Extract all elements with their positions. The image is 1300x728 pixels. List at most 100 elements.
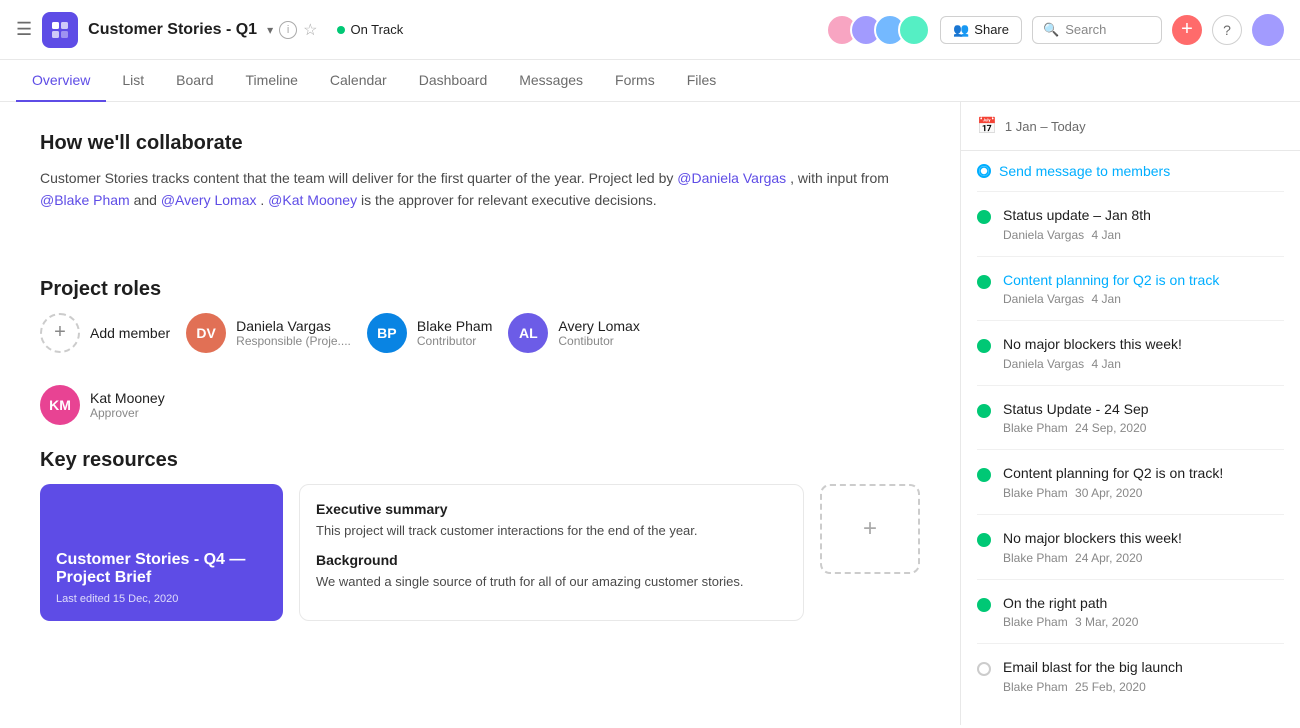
mention-kat[interactable]: @Kat Mooney [268, 192, 357, 208]
list-item: No major blockers this week! Blake Pham … [977, 515, 1284, 580]
status-dot [337, 26, 345, 34]
timeline-item-title[interactable]: Content planning for Q2 is on track [1003, 271, 1284, 291]
timeline-content: Status Update - 24 Sep Blake Pham 24 Sep… [1003, 400, 1284, 436]
timeline-item-title: Content planning for Q2 is on track! [1003, 464, 1284, 484]
resource-card-date: Last edited 15 Dec, 2020 [56, 593, 267, 605]
tab-list[interactable]: List [106, 60, 160, 102]
tab-board[interactable]: Board [160, 60, 229, 102]
help-button[interactable]: ? [1212, 15, 1242, 45]
tab-files[interactable]: Files [671, 60, 733, 102]
role-kat: KM Kat Mooney Approver [40, 385, 165, 425]
role-name-blake: Blake Pham [417, 318, 492, 334]
status-label: On Track [350, 22, 403, 37]
roles-grid: + Add member DV Daniela Vargas Responsib… [40, 313, 920, 425]
list-item: Content planning for Q2 is on track Dani… [977, 257, 1284, 322]
avatar[interactable] [898, 14, 930, 46]
role-label-kat: Approver [90, 406, 165, 420]
role-avery: AL Avery Lomax Contibutor [508, 313, 639, 353]
share-icon: 👥 [953, 22, 969, 38]
project-title: Customer Stories - Q1 [88, 21, 257, 39]
timeline-item-meta: Daniela Vargas 4 Jan [1003, 292, 1284, 306]
add-member-button[interactable]: + [40, 313, 80, 353]
timeline-item-meta: Daniela Vargas 4 Jan [1003, 228, 1284, 242]
timeline: Send message to members Status update – … [961, 151, 1300, 708]
timeline-date: 4 Jan [1092, 292, 1121, 306]
collaborate-section: How we'll collaborate Customer Stories t… [40, 132, 920, 212]
timeline-content: No major blockers this week! Daniela Var… [1003, 335, 1284, 371]
avatar-avery: AL [508, 313, 548, 353]
user-avatar[interactable] [1252, 14, 1284, 46]
resource-card-purple[interactable]: Customer Stories - Q4 — Project Brief La… [40, 484, 283, 621]
timeline-author: Blake Pham [1003, 551, 1068, 565]
role-info-avery: Avery Lomax Contibutor [558, 318, 639, 348]
mention-blake[interactable]: @Blake Pham [40, 192, 130, 208]
timeline-content: Email blast for the big launch Blake Pha… [1003, 658, 1284, 694]
date-range: 1 Jan – Today [1005, 119, 1086, 134]
star-icon[interactable]: ☆ [303, 20, 317, 40]
role-blake: BP Blake Pham Contributor [367, 313, 492, 353]
timeline-item-title: No major blockers this week! [1003, 335, 1284, 355]
timeline-content: Status update – Jan 8th Daniela Vargas 4… [1003, 206, 1284, 242]
mention-daniela[interactable]: @Daniela Vargas [677, 170, 786, 186]
tab-overview[interactable]: Overview [16, 60, 106, 102]
timeline-dot [977, 598, 991, 612]
timeline-dot [977, 210, 991, 224]
timeline-date: 30 Apr, 2020 [1075, 486, 1142, 500]
role-info-blake: Blake Pham Contributor [417, 318, 492, 348]
timeline-content: Content planning for Q2 is on track! Bla… [1003, 464, 1284, 500]
collaborate-desc: Customer Stories tracks content that the… [40, 167, 920, 212]
exec-summary-title: Executive summary [316, 501, 787, 517]
timeline-dot [977, 468, 991, 482]
tab-messages[interactable]: Messages [503, 60, 599, 102]
dot-col [977, 335, 991, 371]
tab-calendar[interactable]: Calendar [314, 60, 403, 102]
timeline-dot-empty [977, 662, 991, 676]
topbar-right: 👥 Share 🔍 Search + ? [826, 14, 1284, 46]
add-button[interactable]: + [1172, 15, 1202, 45]
mention-avery[interactable]: @Avery Lomax [161, 192, 257, 208]
role-info-kat: Kat Mooney Approver [90, 390, 165, 420]
add-member-label: Add member [90, 325, 170, 341]
desc-text-2: , with input from [790, 170, 889, 186]
desc-text-5: is the approver for relevant executive d… [361, 192, 657, 208]
timeline-item-meta: Blake Pham 24 Apr, 2020 [1003, 551, 1284, 565]
nav-tabs: Overview List Board Timeline Calendar Da… [0, 60, 1300, 102]
share-button[interactable]: 👥 Share [940, 16, 1022, 44]
dot-col [977, 594, 991, 630]
tab-forms[interactable]: Forms [599, 60, 671, 102]
search-box[interactable]: 🔍 Search [1032, 16, 1162, 44]
timeline-date: 24 Sep, 2020 [1075, 421, 1146, 435]
search-icon: 🔍 [1043, 22, 1059, 38]
info-icon[interactable]: i [279, 21, 297, 39]
add-member-item: + Add member [40, 313, 170, 353]
dot-col [977, 206, 991, 242]
timeline-author: Daniela Vargas [1003, 228, 1084, 242]
tab-timeline[interactable]: Timeline [230, 60, 314, 102]
dot-col [977, 464, 991, 500]
roles-title: Project roles [40, 278, 920, 301]
timeline-dot [977, 404, 991, 418]
sidebar: 📅 1 Jan – Today Send message to members [960, 102, 1300, 725]
timeline-item-meta: Blake Pham 25 Feb, 2020 [1003, 680, 1284, 694]
dot-col [977, 400, 991, 436]
collaborate-title: How we'll collaborate [40, 132, 920, 155]
timeline-dot [977, 275, 991, 289]
background-desc: We wanted a single source of truth for a… [316, 572, 787, 592]
menu-icon[interactable]: ☰ [16, 19, 32, 40]
add-member-label-container: Add member [90, 325, 170, 341]
timeline-item-title: Email blast for the big launch [1003, 658, 1284, 678]
resources-grid: Customer Stories - Q4 — Project Brief La… [40, 484, 920, 621]
timeline-item-meta: Daniela Vargas 4 Jan [1003, 357, 1284, 371]
chevron-down-icon[interactable]: ▾ [267, 23, 273, 37]
role-label-blake: Contributor [417, 334, 492, 348]
content-area: How we'll collaborate Customer Stories t… [0, 102, 960, 725]
tab-dashboard[interactable]: Dashboard [403, 60, 504, 102]
timeline-item-title: No major blockers this week! [1003, 529, 1284, 549]
resources-section: Key resources Customer Stories - Q4 — Pr… [40, 449, 920, 621]
role-name-avery: Avery Lomax [558, 318, 639, 334]
sidebar-header: 📅 1 Jan – Today [961, 102, 1300, 151]
send-message-button[interactable]: Send message to members [999, 163, 1170, 179]
list-item: On the right path Blake Pham 3 Mar, 2020 [977, 580, 1284, 645]
add-resource-button[interactable]: + [820, 484, 920, 574]
timeline-item-meta: Blake Pham 24 Sep, 2020 [1003, 421, 1284, 435]
